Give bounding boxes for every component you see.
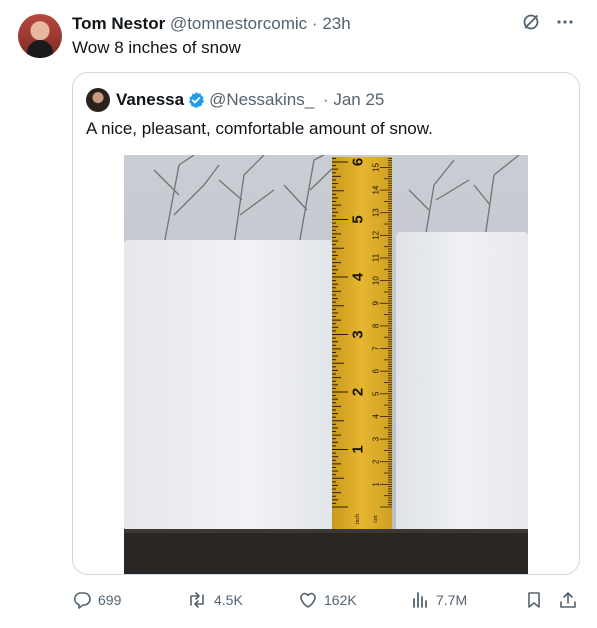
quoted-header: Vanessa @Nessakins_ · Jan 25 bbox=[116, 90, 384, 110]
tweet-text: Wow 8 inches of snow bbox=[72, 38, 241, 57]
reply-count: 699 bbox=[98, 592, 122, 608]
repost-count: 4.5K bbox=[214, 592, 243, 608]
tweet-header: Tom Nestor @tomnestorcomic · 23h bbox=[72, 14, 351, 34]
cm-unit-label: cm bbox=[373, 515, 379, 523]
cm-label: 15 bbox=[372, 162, 381, 171]
cm-label: 13 bbox=[372, 208, 381, 217]
snow-ruler-photo[interactable]: 1 2 3 4 5 6 1 2 3 4 5 6 7 8 9 10 11 12 13 14 15 inch cm bbox=[124, 155, 528, 574]
cm-label: 10 bbox=[372, 276, 381, 285]
views-count: 7.7M bbox=[436, 592, 468, 608]
cm-label: 12 bbox=[372, 230, 381, 239]
like-icon bbox=[298, 590, 318, 610]
cm-label: 1 bbox=[372, 482, 381, 487]
reply-icon bbox=[72, 590, 92, 610]
cm-label: 11 bbox=[372, 253, 381, 262]
quoted-text: A nice, pleasant, comfortable amount of … bbox=[86, 119, 433, 138]
views-icon bbox=[410, 590, 430, 610]
verified-badge-icon bbox=[187, 91, 205, 109]
separator-dot: · bbox=[311, 14, 318, 33]
share-icon bbox=[558, 590, 578, 610]
inch-label: 6 bbox=[350, 158, 367, 166]
separator-dot: · bbox=[318, 90, 334, 109]
grok-icon[interactable] bbox=[521, 12, 541, 32]
photo-image: 123456123456789101112131415inch cm bbox=[124, 155, 528, 574]
cm-label: 14 bbox=[372, 185, 381, 194]
inch-label: 4 bbox=[350, 272, 367, 281]
cm-label: 9 bbox=[372, 300, 381, 305]
cm-label: 2 bbox=[372, 459, 381, 464]
author-name[interactable]: Tom Nestor bbox=[72, 14, 165, 33]
reply-button[interactable]: 699 bbox=[72, 590, 121, 610]
cm-label: 6 bbox=[372, 368, 381, 373]
inch-label: 3 bbox=[350, 330, 367, 338]
views-button[interactable]: 7.7M bbox=[410, 590, 467, 610]
like-count: 162K bbox=[324, 592, 357, 608]
more-icon[interactable] bbox=[555, 12, 575, 32]
bookmark-icon bbox=[524, 590, 544, 610]
tweet-time[interactable]: 23h bbox=[322, 14, 350, 33]
cm-label: 4 bbox=[372, 414, 381, 419]
tweet-top-actions bbox=[521, 12, 575, 32]
bookmark-button[interactable] bbox=[524, 590, 544, 610]
repost-button[interactable]: 4.5K bbox=[186, 590, 243, 610]
inch-unit-label: inch bbox=[355, 514, 361, 524]
quoted-author-handle[interactable]: @Nessakins_ bbox=[209, 90, 314, 110]
cm-label: 7 bbox=[372, 346, 381, 351]
quoted-tweet[interactable]: Vanessa @Nessakins_ · Jan 25 A nice, ple… bbox=[72, 72, 580, 575]
quoted-author-name[interactable]: Vanessa bbox=[116, 90, 184, 110]
cm-label: 5 bbox=[372, 391, 381, 396]
repost-icon bbox=[186, 590, 208, 610]
quoted-author-avatar[interactable] bbox=[86, 88, 110, 112]
inch-label: 5 bbox=[350, 215, 367, 223]
cm-label: 3 bbox=[372, 436, 381, 441]
inch-label: 1 bbox=[350, 445, 367, 453]
quoted-date[interactable]: Jan 25 bbox=[333, 90, 384, 110]
like-button[interactable]: 162K bbox=[298, 590, 357, 610]
inch-label: 2 bbox=[350, 388, 367, 396]
share-button[interactable] bbox=[558, 590, 578, 610]
author-avatar[interactable] bbox=[18, 14, 62, 58]
cm-label: 8 bbox=[372, 323, 381, 328]
author-handle[interactable]: @tomnestorcomic bbox=[170, 14, 307, 33]
tweet-actions: 699 4.5K 162K 7.7M bbox=[72, 590, 580, 612]
